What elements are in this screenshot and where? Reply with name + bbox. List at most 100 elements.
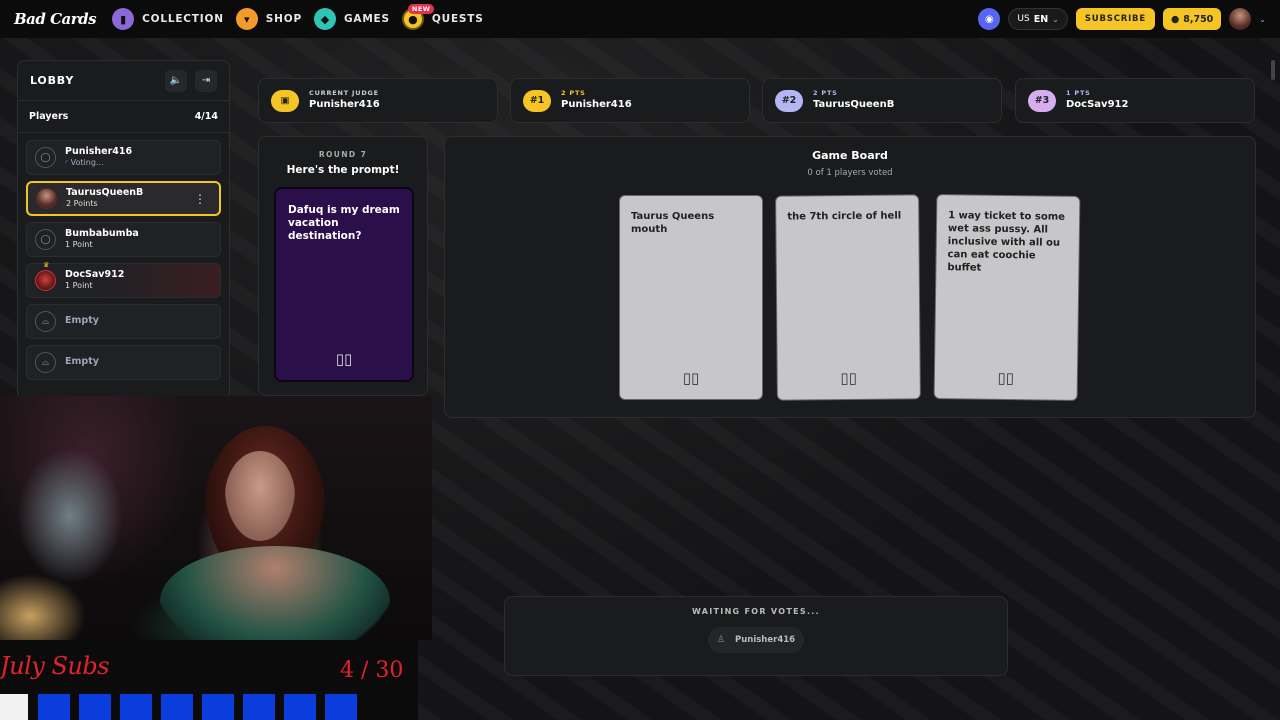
- player-row[interactable]: TaurusQueenB 2 Points ⋮: [26, 181, 221, 216]
- sub-goal-label: July Subs: [0, 652, 110, 680]
- lang-code: EN: [1033, 13, 1049, 25]
- round-label: ROUND 7: [318, 150, 368, 159]
- player-list: ◯ Punisher416 ◜ Voting... TaurusQueenB 2…: [18, 133, 229, 393]
- coins-balance[interactable]: ● 8,750: [1162, 8, 1222, 30]
- nav-collection-label: COLLECTION: [142, 13, 224, 25]
- sub-goal-count: 4 / 30: [340, 658, 404, 683]
- webcam-body: [160, 546, 390, 640]
- coins-value: 8,750: [1183, 13, 1214, 25]
- game-board: Game Board 0 of 1 players voted Taurus Q…: [444, 136, 1256, 418]
- answer-card[interactable]: the 7th circle of hell ▯▯: [775, 194, 921, 401]
- more-options-icon[interactable]: ⋮: [191, 192, 209, 206]
- language-select[interactable]: US EN ⌄: [1008, 8, 1068, 30]
- player-name: Punisher416: [65, 146, 133, 158]
- sub-goal-overlay: July Subs 4 / 30: [0, 640, 418, 720]
- sub-goal-progress: [0, 694, 366, 720]
- player-name: DocSav912: [65, 269, 125, 281]
- coin-icon: ●: [1170, 13, 1180, 25]
- nav-shop[interactable]: ▾ SHOP: [235, 0, 302, 38]
- nav-games[interactable]: ◆ GAMES: [313, 0, 390, 38]
- card-logo-icon: ▯▯: [682, 369, 700, 387]
- logo[interactable]: Bad Cards: [14, 10, 97, 28]
- stat-key: CURRENT JUDGE: [309, 89, 379, 98]
- answer-text: Taurus Queens mouth: [631, 211, 715, 235]
- answer-card[interactable]: 1 way ticket to some wet ass pussy. All …: [933, 194, 1081, 401]
- stat-value: DocSav912: [1066, 98, 1129, 110]
- player-status: 2 Points: [66, 198, 98, 208]
- empty-seat-icon: ⌓: [35, 311, 56, 332]
- stat-value: TaurusQueenB: [813, 98, 895, 110]
- player-status: 1 Point: [65, 239, 93, 249]
- progress-block: [202, 694, 234, 720]
- players-count: 4/14: [194, 111, 218, 122]
- scrollbar[interactable]: [1271, 60, 1275, 80]
- sound-button[interactable]: 🔈: [165, 69, 187, 92]
- player-name: Bumbabumba: [65, 228, 139, 240]
- progress-block: [120, 694, 152, 720]
- nav-games-label: GAMES: [343, 13, 390, 25]
- new-badge: NEW: [407, 4, 435, 14]
- avatar: [35, 270, 56, 291]
- shop-icon: ▾: [235, 8, 258, 30]
- answer-card[interactable]: Taurus Queens mouth ▯▯: [619, 195, 763, 400]
- empty-seat-icon: ⌓: [35, 352, 56, 373]
- avatar: [36, 188, 57, 209]
- discord-icon[interactable]: ◉: [978, 8, 1001, 30]
- empty-label: Empty: [65, 356, 99, 368]
- player-row[interactable]: ◯ Bumbabumba 1 Point: [26, 222, 221, 257]
- stat-key: 1 PTS: [1066, 89, 1091, 98]
- answer-text: the 7th circle of hell: [787, 210, 902, 223]
- player-name: TaurusQueenB: [66, 187, 144, 199]
- empty-label: Empty: [65, 315, 99, 327]
- lang-country: US: [1017, 14, 1030, 24]
- webcam-overlay: [0, 396, 432, 640]
- lobby-title: LOBBY: [30, 74, 75, 87]
- judge-icon: ▣: [271, 89, 299, 112]
- progress-block: [243, 694, 275, 720]
- nav-right: ◉ US EN ⌄ SUBSCRIBE ● 8,750 ⌄: [978, 8, 1266, 30]
- progress-block: [38, 694, 70, 720]
- rank-3-card: #3 1 PTS DocSav912: [1015, 78, 1255, 123]
- lobby-header: LOBBY 🔈 ⇥: [18, 61, 229, 101]
- round-heading: Here's the prompt!: [286, 164, 400, 176]
- user-icon: ♙: [716, 635, 725, 645]
- current-judge-card: ▣ CURRENT JUDGE Punisher416: [258, 78, 498, 123]
- user-avatar[interactable]: [1229, 8, 1252, 30]
- chevron-down-icon: ⌄: [1052, 14, 1059, 24]
- rank-badge: #2: [775, 89, 803, 112]
- progress-block: [284, 694, 316, 720]
- waiting-label: WAITING FOR VOTES...: [692, 607, 820, 616]
- waiting-player: ♙ Punisher416: [708, 627, 804, 653]
- chevron-down-icon[interactable]: ⌄: [1259, 15, 1266, 24]
- card-logo-icon: ▯▯: [997, 368, 1015, 388]
- empty-slot: ⌓ Empty: [26, 345, 221, 380]
- prompt-card: Dafuq is my dream vacation destination? …: [274, 187, 414, 382]
- stat-key: 2 PTS: [813, 89, 838, 98]
- collection-icon: ▮: [112, 8, 135, 30]
- nav-collection[interactable]: ▮ COLLECTION: [112, 0, 224, 38]
- rank-1-card: #1 2 PTS Punisher416: [510, 78, 750, 123]
- player-row[interactable]: ◯ Punisher416 ◜ Voting...: [26, 140, 221, 175]
- top-nav: Bad Cards ▮ COLLECTION ▾ SHOP ◆ GAMES NE…: [0, 0, 1280, 38]
- games-icon: ◆: [313, 8, 336, 30]
- progress-block: [161, 694, 193, 720]
- progress-block: [79, 694, 111, 720]
- nav-quests[interactable]: NEW ● QUESTS: [401, 0, 484, 38]
- user-icon: ◯: [35, 147, 56, 168]
- player-row[interactable]: ♛ DocSav912 1 Point: [26, 261, 221, 298]
- leave-button[interactable]: ⇥: [195, 69, 217, 92]
- nav-quests-label: QUESTS: [431, 13, 484, 25]
- rank-badge: #1: [523, 89, 551, 112]
- player-status: ◜ Voting...: [65, 157, 104, 167]
- players-label: Players: [29, 111, 69, 122]
- exit-icon: ⇥: [201, 75, 211, 86]
- nav-shop-label: SHOP: [265, 13, 302, 25]
- page: Bad Cards ▮ COLLECTION ▾ SHOP ◆ GAMES NE…: [0, 0, 1280, 720]
- round-panel: ROUND 7 Here's the prompt! Dafuq is my d…: [258, 136, 428, 396]
- players-header: Players 4/14: [18, 101, 229, 133]
- prompt-text: Dafuq is my dream vacation destination?: [288, 204, 400, 243]
- subscribe-button[interactable]: SUBSCRIBE: [1075, 8, 1155, 30]
- board-subtitle: 0 of 1 players voted: [807, 168, 893, 178]
- card-logo-icon: ▯▯: [335, 350, 353, 368]
- rank-badge: #3: [1028, 89, 1056, 112]
